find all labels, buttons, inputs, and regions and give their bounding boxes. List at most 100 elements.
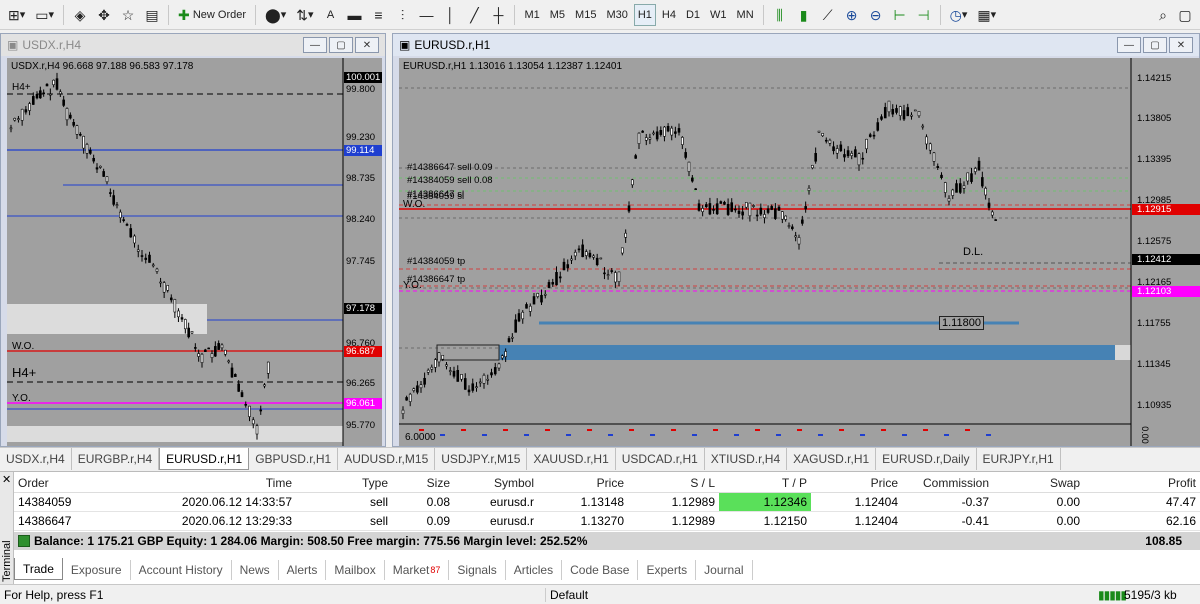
chart-tab[interactable]: AUDUSD.r,M15 <box>338 448 436 470</box>
new-order-button[interactable]: ✚ New Order <box>174 4 250 26</box>
label-tool-icon[interactable]: ▬ <box>343 4 365 26</box>
candle-body <box>570 258 573 261</box>
usdx-chart[interactable]: USDX.r,H4 96.668 97.188 96.583 97.178 H4… <box>7 58 382 446</box>
terminal-tab[interactable]: Account History <box>131 560 232 580</box>
minimize-button[interactable]: — <box>1117 37 1141 53</box>
terminal-tab[interactable]: Market 87 <box>385 560 450 580</box>
arrows-tool-icon[interactable]: ⇅ ▾ <box>292 4 317 26</box>
hline-tool-icon[interactable]: — <box>415 4 437 26</box>
channel-tool-icon[interactable]: ⫶ <box>391 4 413 26</box>
candle-body <box>493 367 497 375</box>
chart-tab[interactable]: EURJPY.r,H1 <box>977 448 1061 470</box>
col-size[interactable]: Size <box>392 474 454 493</box>
col-sl[interactable]: S / L <box>628 474 719 493</box>
col-type[interactable]: Type <box>296 474 392 493</box>
tf-h1[interactable]: H1 <box>633 3 656 26</box>
chart-tab[interactable]: EURGBP.r,H4 <box>72 448 160 470</box>
terminal-tab[interactable]: Articles <box>506 560 563 580</box>
terminal-tab[interactable]: Experts <box>638 560 697 580</box>
circle-tool-icon[interactable]: ⬤ ▾ <box>261 4 290 26</box>
fibo-tool-icon[interactable]: ≡ <box>367 4 389 26</box>
candle-body <box>35 93 39 99</box>
candle-body <box>69 114 72 119</box>
autoscroll-icon[interactable]: ⊢ <box>889 4 911 26</box>
maximize-button[interactable]: ▢ <box>1143 37 1167 53</box>
terminal-tab[interactable]: Journal <box>696 560 753 580</box>
eurusd-chart-window[interactable]: ▣ EURUSD.r,H1 — ▢ ✕ EURUSD.r,H1 1.13016 … <box>392 33 1200 447</box>
terminal-tab[interactable]: Trade <box>14 558 63 580</box>
col-order[interactable]: Order <box>14 474 130 493</box>
candle-body <box>162 282 166 293</box>
indicator-dot <box>839 429 844 431</box>
table-row[interactable]: 14384059 2020.06.12 14:33:57 sell 0.08 eurus… <box>14 492 1200 512</box>
col-symbol[interactable]: Symbol <box>454 474 538 493</box>
candle-body <box>880 116 883 120</box>
chart-tab[interactable]: XAGUSD.r,H1 <box>787 448 877 470</box>
terminal-tab[interactable]: News <box>232 560 279 580</box>
eurusd-chart[interactable]: EURUSD.r,H1 1.13016 1.13054 1.12387 1.12… <box>399 58 1200 446</box>
terminal-tab[interactable]: Exposure <box>63 560 131 580</box>
tf-h4[interactable]: H4 <box>658 4 680 26</box>
vline-tool-icon[interactable]: │ <box>439 4 461 26</box>
candle-body <box>105 176 109 183</box>
new-chart-icon[interactable]: ⊞ ▾ <box>4 4 29 26</box>
navigator-icon[interactable]: ✥ <box>93 4 115 26</box>
zoom-in-icon[interactable]: ⊕ <box>841 4 863 26</box>
minimize-button[interactable]: — <box>303 37 327 53</box>
favorites-icon[interactable]: ☆ <box>117 4 139 26</box>
col-profit[interactable]: Profit <box>1084 474 1200 493</box>
chart-tab[interactable]: EURUSD.r,Daily <box>876 448 977 470</box>
bar-chart-icon[interactable]: ⫼ <box>769 4 791 26</box>
candle-body <box>136 249 140 252</box>
chat-icon[interactable]: ▢ <box>1174 4 1196 26</box>
search-icon[interactable]: ⌕ <box>1152 4 1174 26</box>
col-time[interactable]: Time <box>130 474 296 493</box>
table-row[interactable]: 14386647 2020.06.12 13:29:33 sell 0.09 eurus… <box>14 511 1200 531</box>
chart-shift-icon[interactable]: ⊣ <box>913 4 935 26</box>
tf-m30[interactable]: M30 <box>602 4 631 26</box>
col-price[interactable]: Price <box>538 474 628 493</box>
candle-body <box>737 210 741 214</box>
chart-tab[interactable]: USDCAD.r,H1 <box>616 448 705 470</box>
maximize-button[interactable]: ▢ <box>329 37 353 53</box>
tf-m1[interactable]: M1 <box>520 4 543 26</box>
col-tp[interactable]: T / P <box>719 474 811 493</box>
data-window-icon[interactable]: ▤ <box>141 4 163 26</box>
tf-m15[interactable]: M15 <box>571 4 600 26</box>
profiles-icon[interactable]: ▭ ▾ <box>31 4 58 26</box>
close-button[interactable]: ✕ <box>355 37 379 53</box>
chart-tab[interactable]: USDJPY.r,M15 <box>435 448 528 470</box>
candle-body <box>437 352 441 363</box>
zoom-out-icon[interactable]: ⊖ <box>865 4 887 26</box>
close-button[interactable]: ✕ <box>1169 37 1193 53</box>
clock-icon[interactable]: ◷ ▾ <box>946 4 972 26</box>
candle-chart-icon[interactable]: ▮ <box>793 4 815 26</box>
chart-tab[interactable]: XAUUSD.r,H1 <box>527 448 616 470</box>
terminal-tab[interactable]: Mailbox <box>326 560 385 580</box>
candle-body <box>144 257 148 260</box>
market-watch-icon[interactable]: ◈ <box>69 4 91 26</box>
line-chart-icon[interactable]: ⟋ <box>817 4 839 26</box>
chart-tab[interactable]: USDX.r,H4 <box>0 448 72 470</box>
terminal-tab[interactable]: Alerts <box>279 560 327 580</box>
tf-m5[interactable]: M5 <box>546 4 569 26</box>
candle-body <box>723 201 726 205</box>
tf-mn[interactable]: MN <box>733 4 758 26</box>
tf-d1[interactable]: D1 <box>682 4 704 26</box>
window-title-bar[interactable]: ▣ EURUSD.r,H1 <box>393 34 1199 56</box>
col-swap[interactable]: Swap <box>993 474 1084 493</box>
text-tool-button[interactable]: A <box>319 4 341 26</box>
chart-tab[interactable]: EURUSD.r,H1 <box>159 448 250 470</box>
col-commission[interactable]: Commission <box>902 474 993 493</box>
trendline-tool-icon[interactable]: ╱ <box>463 4 485 26</box>
usdx-chart-window[interactable]: ▣ USDX.r,H4 — ▢ ✕ USDX.r,H4 96.668 97.188 9… <box>0 33 386 447</box>
terminal-tab[interactable]: Code Base <box>562 560 639 580</box>
template-icon[interactable]: ▦ ▾ <box>973 4 1000 26</box>
col-current-price[interactable]: Price <box>811 474 902 493</box>
close-icon[interactable]: ✕ <box>2 473 11 486</box>
terminal-tab[interactable]: Signals <box>449 560 506 580</box>
crosshair-tool-icon[interactable]: ┼ <box>487 4 509 26</box>
chart-tab[interactable]: GBPUSD.r,H1 <box>249 448 339 470</box>
tf-w1[interactable]: W1 <box>706 4 731 26</box>
chart-tab[interactable]: XTIUSD.r,H4 <box>705 448 788 470</box>
